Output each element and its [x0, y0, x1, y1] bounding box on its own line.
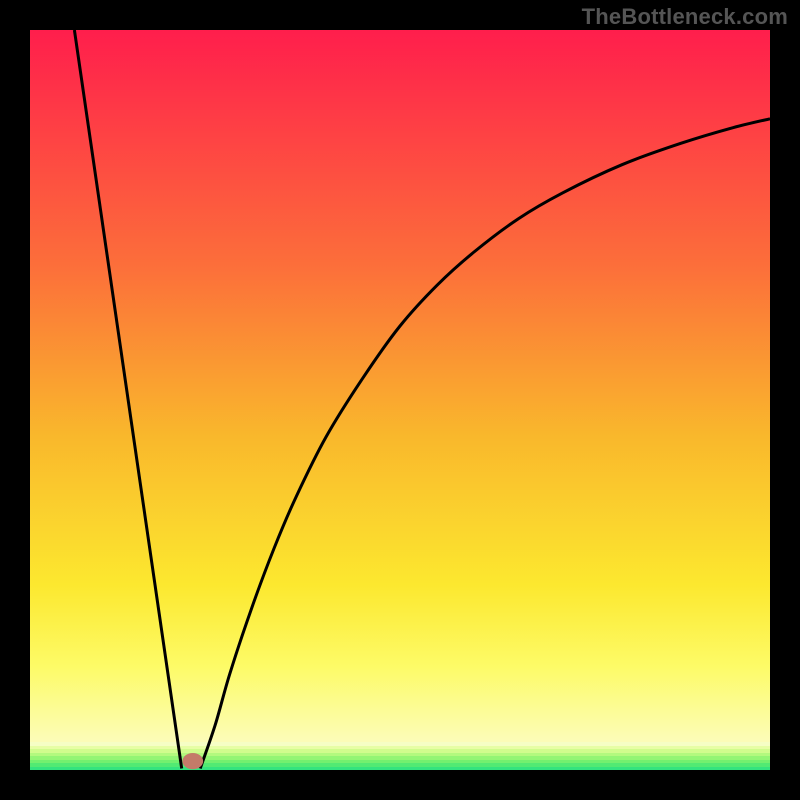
watermark-text: TheBottleneck.com [582, 4, 788, 30]
data-marker [182, 753, 203, 769]
chart-container: TheBottleneck.com [0, 0, 800, 800]
marker-layer [30, 30, 770, 770]
plot-area [30, 30, 770, 770]
